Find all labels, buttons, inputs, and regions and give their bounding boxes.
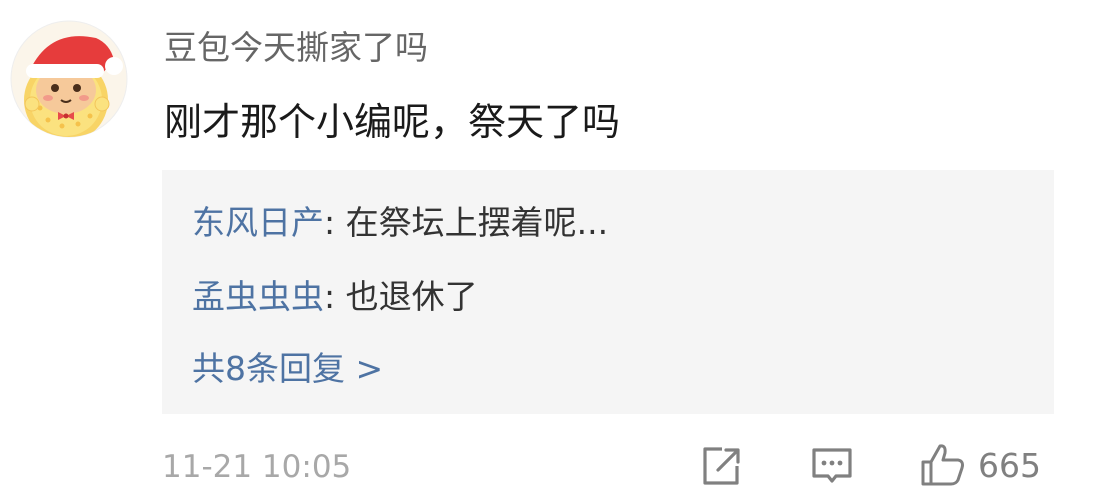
reply-author[interactable]: 孟虫虫虫	[192, 277, 324, 316]
reply-separator: :	[324, 203, 346, 242]
reply-author[interactable]: 东风日产	[192, 203, 324, 242]
comment-icon	[812, 448, 852, 483]
reply-separator: :	[324, 277, 346, 316]
share-icon	[703, 447, 740, 485]
share-button[interactable]	[696, 442, 744, 490]
thumbs-up-icon	[921, 444, 964, 486]
reply-preview-box[interactable]: 东风日产: 在祭坛上摆着呢... 孟虫虫虫: 也退休了 共8条回复 >	[162, 170, 1054, 414]
comment-username[interactable]: 豆包今天撕家了吗	[164, 22, 428, 74]
comment-timestamp: 11-21 10:05	[162, 449, 352, 485]
user-avatar-image	[10, 20, 128, 138]
avatar[interactable]	[10, 20, 128, 138]
like-button[interactable]: 665	[918, 440, 1041, 490]
comment-button[interactable]	[808, 442, 856, 490]
reply-text: 在祭坛上摆着呢...	[345, 203, 609, 242]
comment-text: 刚才那个小编呢，祭天了吗	[164, 100, 621, 144]
reply-item[interactable]: 孟虫虫虫: 也退休了	[192, 272, 478, 322]
view-all-replies-link[interactable]: 共8条回复 >	[192, 344, 383, 394]
reply-item[interactable]: 东风日产: 在祭坛上摆着呢...	[192, 198, 608, 248]
reply-text: 也退休了	[345, 277, 478, 316]
like-count: 665	[978, 445, 1041, 485]
